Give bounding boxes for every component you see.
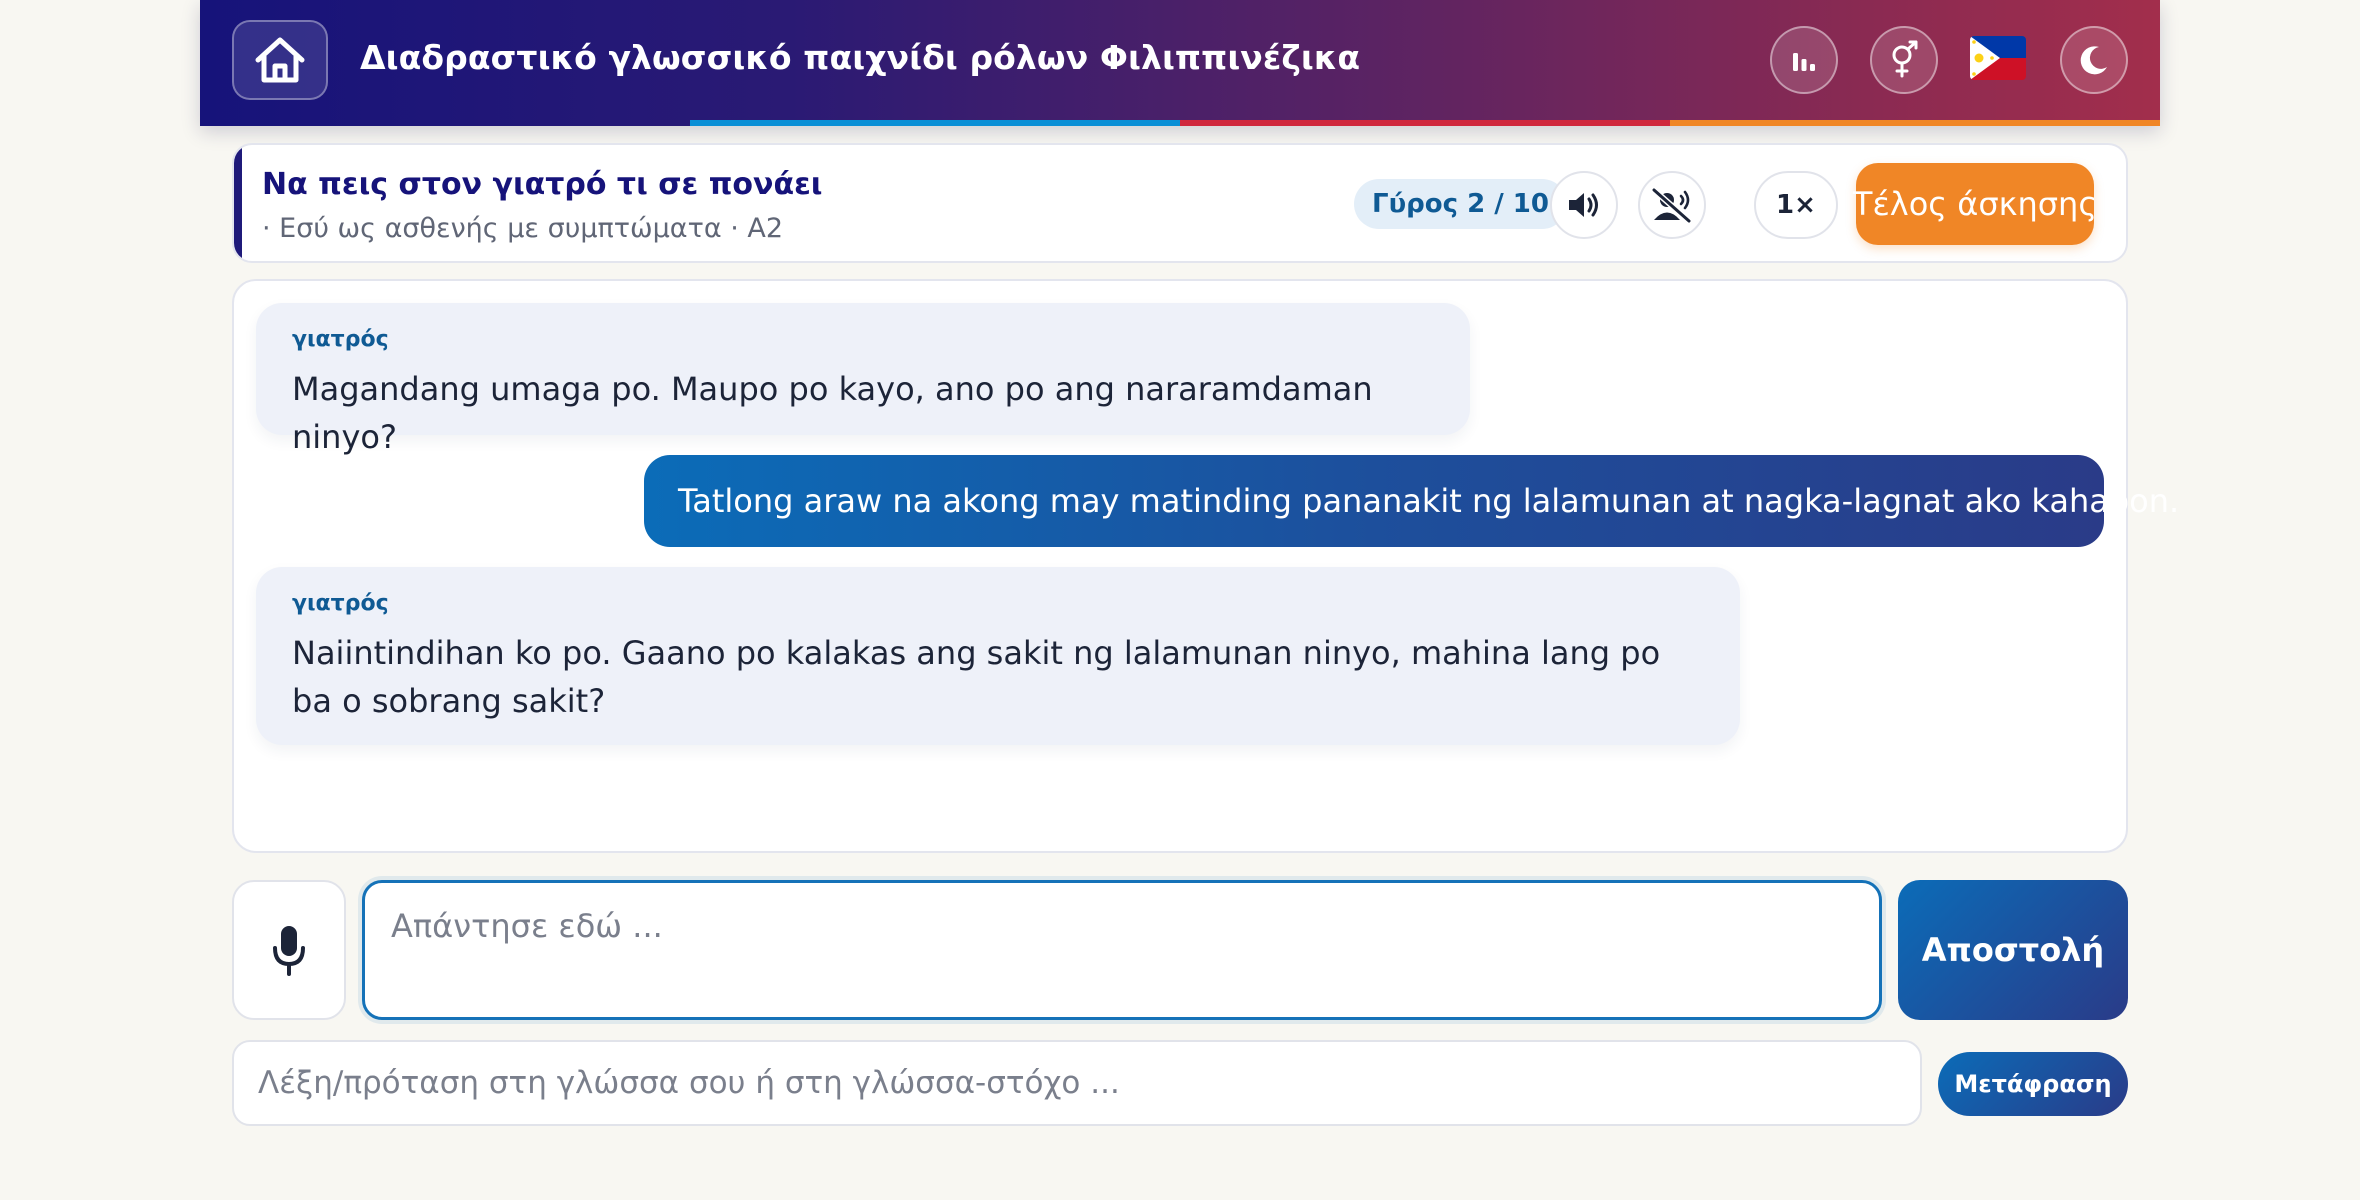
header-color-stripe [200, 120, 2160, 126]
microphone-button[interactable] [232, 880, 346, 1020]
message-speaker: γιατρός [292, 591, 389, 616]
language-flag[interactable] [1970, 36, 2026, 80]
moon-icon [2080, 46, 2107, 75]
mute-speech-button[interactable] [1638, 171, 1706, 239]
home-icon [255, 37, 305, 83]
app-title: Διαδραστικό γλωσσικό παιχνίδι ρόλων Φιλι… [360, 38, 1361, 77]
send-button[interactable]: Αποστολή [1898, 880, 2128, 1020]
chat-message-ai: γιατρός Naiintindihan ko po. Gaano po ka… [256, 567, 1740, 745]
speaker-icon [1569, 193, 1598, 217]
app-header: Διαδραστικό γλωσσικό παιχνίδι ρόλων Φιλι… [200, 0, 2160, 126]
playback-speed-button[interactable]: 1× [1754, 171, 1838, 239]
scenario-card: Να πεις στον γιατρό τι σε πονάει · Εσύ ω… [232, 143, 2128, 263]
chat-panel: γιατρός Magandang umaga po. Maupo po kay… [232, 279, 2179, 853]
round-badge: Γύρος 2 / 10 [1354, 179, 1567, 229]
scenario-title: Να πεις στον γιατρό τι σε πονάει [262, 167, 823, 202]
message-text: Naiintindihan ko po. Gaano po kalakas an… [292, 634, 1661, 720]
translate-input[interactable] [232, 1040, 1922, 1126]
chat-message-ai: γιατρός Magandang umaga po. Maupo po kay… [256, 303, 1470, 456]
gender-button[interactable] [1870, 26, 1938, 94]
audio-button[interactable] [1550, 171, 1618, 239]
theme-toggle-button[interactable] [2060, 26, 2128, 94]
scenario-subtitle: · Εσύ ως ασθενής με συμπτώματα · A2 [262, 213, 784, 244]
bar-chart-icon [1793, 53, 1815, 71]
message-speaker: γιατρός [292, 327, 389, 352]
answer-input[interactable] [362, 880, 1882, 1020]
stats-button[interactable] [1770, 26, 1838, 94]
microphone-icon [273, 926, 305, 976]
translate-button[interactable]: Μετάφραση [1938, 1052, 2128, 1116]
chat-message-user: Tatlong araw na akong may matinding pana… [644, 455, 2179, 547]
message-text: Magandang umaga po. Maupo po kayo, ano p… [292, 370, 1373, 456]
philippines-flag-icon [1970, 36, 2026, 80]
home-button[interactable] [232, 20, 328, 100]
end-exercise-button[interactable]: Τέλος άσκησης [1853, 163, 2097, 245]
speech-off-icon [1651, 187, 1692, 223]
gender-icon [1892, 40, 1918, 78]
